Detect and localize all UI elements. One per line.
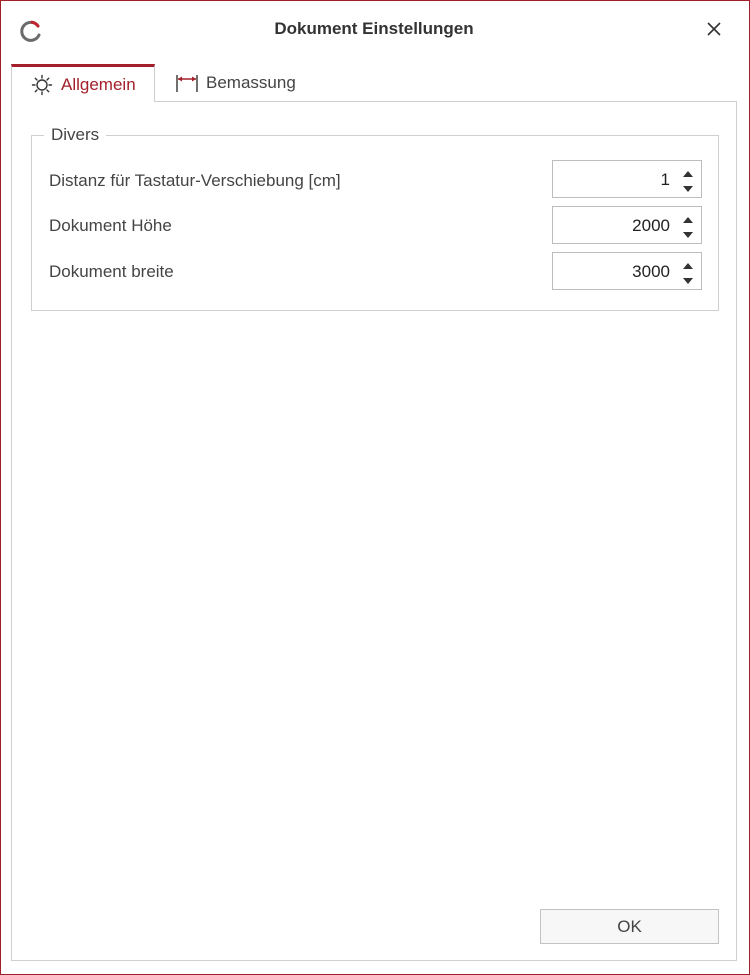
arrow-up-icon[interactable] — [682, 212, 694, 223]
stepper-value[interactable]: 3000 — [632, 262, 670, 282]
title-bar: Dokument Einstellungen — [0, 0, 748, 62]
document-width-label: Dokument breite — [49, 262, 174, 281]
tab-bemassung[interactable]: Bemassung — [171, 64, 321, 102]
stepper-arrows — [681, 212, 695, 238]
sun-icon — [30, 73, 54, 97]
tab-allgemein[interactable]: Allgemein — [11, 64, 155, 102]
document-height-label: Dokument Höhe — [49, 216, 172, 235]
stepper-arrows — [681, 258, 695, 284]
arrow-up-icon[interactable] — [682, 166, 694, 177]
window-title: Dokument Einstellungen — [274, 19, 474, 38]
keyboard-distance-label: Distanz für Tastatur-Verschiebung [cm] — [49, 171, 341, 190]
arrow-down-icon[interactable] — [682, 181, 694, 192]
stepper-arrows — [681, 166, 695, 192]
arrow-down-icon[interactable] — [682, 227, 694, 238]
tab-label: Allgemein — [61, 74, 136, 94]
arrow-down-icon[interactable] — [682, 273, 694, 284]
close-button[interactable] — [696, 14, 732, 48]
dimension-icon — [175, 71, 199, 95]
tab-label: Bemassung — [206, 73, 296, 92]
keyboard-distance-stepper[interactable]: 1 — [552, 160, 702, 198]
arrow-up-icon[interactable] — [682, 258, 694, 269]
document-height-stepper[interactable]: 2000 — [552, 206, 702, 244]
stepper-value[interactable]: 2000 — [632, 216, 670, 236]
close-icon — [706, 21, 722, 42]
ok-button[interactable]: OK — [540, 909, 719, 944]
group-legend: Divers — [44, 125, 107, 145]
document-width-stepper[interactable]: 3000 — [552, 252, 702, 290]
tab-strip: Allgemein Bemassung — [11, 64, 737, 102]
stepper-value[interactable]: 1 — [661, 170, 670, 190]
